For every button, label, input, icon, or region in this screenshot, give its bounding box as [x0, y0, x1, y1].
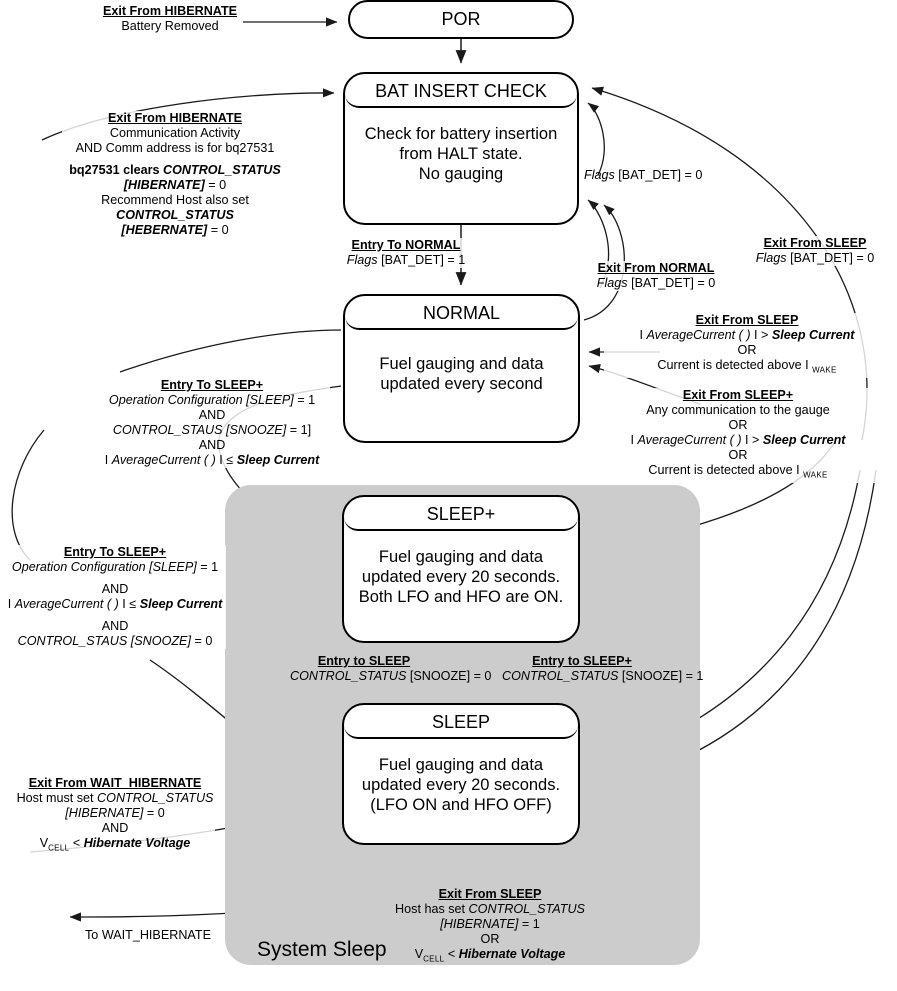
label-line-1: Flags [BAT_DET] = 1 [346, 253, 466, 267]
label-line-1: Operation Configuration [SLEEP] = 1 [108, 393, 316, 407]
label-exit-hibernate-battery-removed: Exit From HIBERNATE Battery Removed [100, 4, 240, 34]
label-entry-to-sleep: Entry to SLEEP CONTROL_STATUS [SNOOZE] =… [290, 654, 492, 684]
label-exit-from-sleep-plus: Exit From SLEEP+ Any communication to th… [588, 388, 888, 483]
state-por-title: POR [441, 9, 481, 29]
label-head: Entry To SLEEP+ [160, 378, 264, 392]
label-exit-hibernate-comm: Exit From HIBERNATE Communication Activi… [62, 111, 288, 238]
label-line-1: CONTROL_STATUS [SNOOZE] = 0 [290, 669, 492, 683]
label-line-2: [HIBERNATE] = 1 [440, 917, 540, 931]
label-line-3: I AverageCurrent ( ) I > Sleep Current [630, 433, 846, 447]
label-line-5: I AverageCurrent ( ) I ≤ Sleep Current [104, 453, 320, 467]
label-line-4: OR [728, 448, 748, 462]
label-line-5: CONTROL_STAUS [SNOOZE] = 0 [17, 634, 213, 648]
label-line-4: AND [101, 619, 129, 633]
state-por[interactable]: POR [348, 0, 574, 39]
sleep-plus-line-2: updated every 20 seconds. [361, 568, 561, 586]
label-line-2: AND [101, 582, 129, 596]
label-line-4: VCELL < Hibernate Voltage [414, 947, 566, 964]
label-line-2: OR [728, 418, 748, 432]
label-line-1: Any communication to the gauge [646, 403, 830, 417]
label-head: Exit From HIBERNATE [102, 4, 238, 18]
state-bat-insert-check[interactable]: BAT INSERT CHECK Check for battery inser… [343, 72, 579, 225]
label-head: Exit From SLEEP [695, 313, 799, 327]
label-line-3: AND [101, 821, 129, 835]
label-line-1: I AverageCurrent ( ) I > Sleep Current [639, 328, 855, 342]
label-line-4: AND [198, 438, 226, 452]
sleep-plus-line-1: Fuel gauging and data [378, 548, 544, 566]
label-head: Exit From WAIT_HIBERNATE [28, 776, 202, 790]
label-head: Entry To NORMAL [351, 238, 461, 252]
label-head: Exit From HIBERNATE [107, 111, 243, 125]
normal-line-2: updated every second [380, 375, 543, 393]
label-exit-from-sleep-current: Exit From SLEEP I AverageCurrent ( ) I >… [604, 313, 890, 378]
label-line-2: [HIBERNATE] = 0 [65, 806, 165, 820]
normal-line-1: Fuel gauging and data [379, 355, 544, 373]
label-head: Exit From SLEEP [763, 236, 867, 250]
state-bat-insert-check-title: BAT INSERT CHECK [345, 74, 577, 108]
label-exit-from-sleep-hibernate: Exit From SLEEP Host has set CONTROL_STA… [390, 887, 590, 967]
state-sleep-plus-title: SLEEP+ [344, 497, 578, 531]
label-line-5: Current is detected above I WAKE [648, 463, 828, 480]
label-exit-from-normal: Exit From NORMAL Flags [BAT_DET] = 0 [592, 261, 720, 291]
label-line-1: Communication Activity [109, 126, 241, 140]
label-line-1: Battery Removed [121, 19, 219, 33]
label-line-2: OR [737, 343, 757, 357]
label-head: Entry To SLEEP+ [63, 545, 167, 559]
label-head: Entry to SLEEP [317, 654, 411, 668]
sleep-line-2: updated every 20 seconds. [361, 776, 561, 794]
label-line-7: [HEBERNATE] = 0 [121, 223, 229, 237]
label-line-1: Flags [BAT_DET] = 0 [584, 168, 703, 182]
state-sleep-plus-body: Fuel gauging and data updated every 20 s… [344, 531, 578, 607]
label-entry-to-normal: Entry To NORMAL Flags [BAT_DET] = 1 [331, 238, 481, 268]
label-flags-bat-det-zero: Flags [BAT_DET] = 0 [584, 168, 702, 183]
label-line-4: VCELL < Hibernate Voltage [39, 836, 191, 853]
label-line-3: I AverageCurrent ( ) I ≤ Sleep Current [7, 597, 223, 611]
label-line-6: CONTROL_STATUS [116, 208, 234, 222]
label-line-1: Flags [BAT_DET] = 0 [755, 251, 875, 265]
label-to-wait-hibernate: To WAIT_HIBERNATE [78, 928, 218, 943]
label-line-3: bq27531 clears CONTROL_STATUS [69, 163, 281, 177]
label-line-4: [HIBERNATE] = 0 [123, 178, 227, 192]
label-line-2: AND [198, 408, 226, 422]
label-entry-to-sleep-plus-upper: Entry To SLEEP+ Operation Configuration … [94, 378, 330, 468]
label-entry-to-sleep-plus-lower: Entry To SLEEP+ Operation Configuration … [4, 545, 226, 649]
label-entry-to-sleep-plus-mid: Entry to SLEEP+ CONTROL_STATUS [SNOOZE] … [502, 654, 704, 684]
label-line-1: Operation Configuration [SLEEP] = 1 [11, 560, 219, 574]
bat-insert-check-line-1: Check for battery insertion [364, 125, 558, 143]
label-line-3: Current is detected above I WAKE [657, 358, 837, 375]
label-head: Exit From NORMAL [597, 261, 715, 275]
system-sleep-group-label: System Sleep [257, 938, 387, 961]
state-sleep-title: SLEEP [344, 705, 578, 739]
label-line-5: Recommend Host also set [101, 193, 249, 207]
state-normal-title: NORMAL [345, 296, 578, 330]
label-line-1: Host must set CONTROL_STATUS [16, 791, 214, 805]
state-diagram-canvas: System Sleep POR BAT INSERT CHECK Check … [0, 0, 897, 991]
label-line-1: Flags [BAT_DET] = 0 [596, 276, 716, 290]
sleep-line-1: Fuel gauging and data [378, 756, 544, 774]
label-line-3: OR [480, 932, 500, 946]
label-exit-from-sleep-batdet: Exit From SLEEP Flags [BAT_DET] = 0 [740, 236, 890, 266]
bat-insert-check-line-2: from HALT state. [399, 145, 523, 163]
state-sleep[interactable]: SLEEP Fuel gauging and data updated ever… [342, 703, 580, 845]
label-line-1: CONTROL_STATUS [SNOOZE] = 1 [502, 669, 704, 683]
label-exit-wait-hibernate: Exit From WAIT_HIBERNATE Host must set C… [15, 776, 215, 856]
label-head: Exit From SLEEP [438, 887, 542, 901]
label-head: Entry to SLEEP+ [532, 654, 632, 668]
label-line-1: Host has set CONTROL_STATUS [395, 902, 585, 916]
label-line-1: To WAIT_HIBERNATE [85, 928, 211, 942]
sleep-plus-line-3: Both LFO and HFO are ON. [358, 588, 564, 606]
bat-insert-check-line-3: No gauging [418, 165, 504, 183]
state-sleep-body: Fuel gauging and data updated every 20 s… [344, 739, 578, 815]
state-bat-insert-check-body: Check for battery insertion from HALT st… [345, 108, 577, 184]
label-line-2: AND Comm address is for bq27531 [75, 141, 275, 155]
state-sleep-plus[interactable]: SLEEP+ Fuel gauging and data updated eve… [342, 495, 580, 643]
state-normal-body: Fuel gauging and data updated every seco… [345, 330, 578, 394]
sleep-line-3: (LFO ON and HFO OFF) [370, 796, 552, 814]
state-normal[interactable]: NORMAL Fuel gauging and data updated eve… [343, 294, 580, 443]
label-line-3: CONTROL_STAUS [SNOOZE] = 1] [112, 423, 312, 437]
label-head: Exit From SLEEP+ [682, 388, 794, 402]
